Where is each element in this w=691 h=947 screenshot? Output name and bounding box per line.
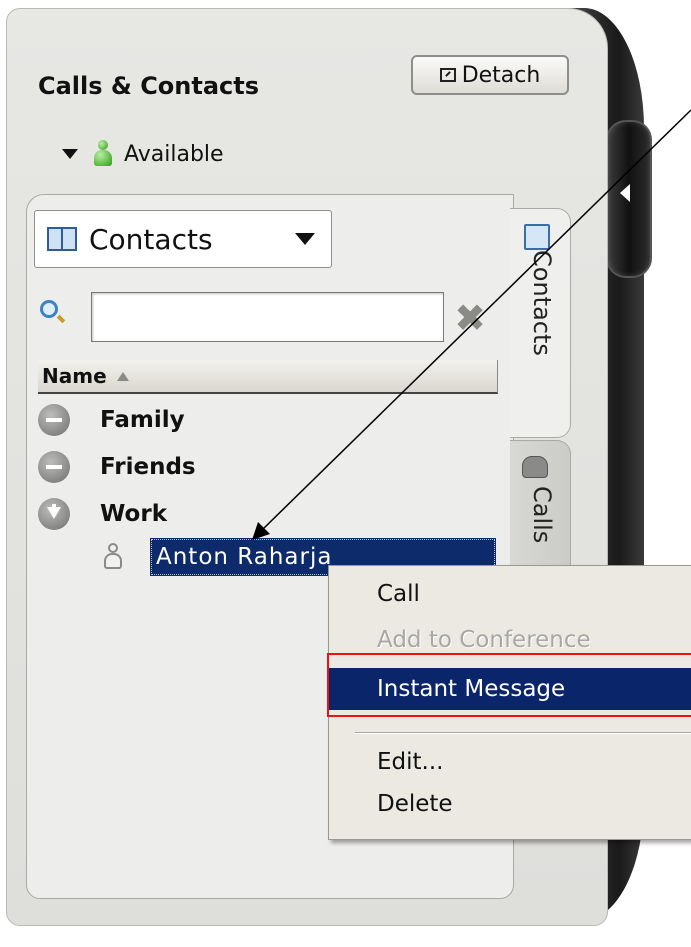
group-label: Work [100,501,167,527]
detach-label: Detach [461,62,541,88]
presence-status-dropdown[interactable]: Available [62,140,224,168]
offline-person-icon [104,543,122,571]
collapse-arrow-icon[interactable] [620,184,630,202]
search-input[interactable] [91,292,444,342]
book-icon [524,224,550,250]
collapse-group-icon[interactable] [38,451,70,483]
search-icon [40,300,58,318]
group-row-work[interactable]: Work [38,498,167,530]
group-label: Family [100,407,185,433]
panel-title: Calls & Contacts [38,72,260,100]
group-row-friends[interactable]: Friends [38,451,196,483]
group-row-family[interactable]: Family [38,404,185,436]
detach-icon [439,68,456,82]
available-person-icon [94,140,112,168]
detach-button[interactable]: Detach [411,55,569,95]
presence-status-label: Available [124,141,224,167]
sort-ascending-icon [116,371,129,381]
name-column-header[interactable]: Name [38,360,498,394]
name-column-label: Name [42,364,107,388]
chevron-down-icon[interactable] [295,233,315,245]
menu-item-add-to-conference[interactable]: Add to Conference [329,620,691,660]
group-label: Friends [100,454,196,480]
clear-search-icon[interactable]: ✖ [452,299,488,337]
menu-item-call[interactable]: Call [329,574,691,614]
phone-icon [522,456,548,478]
tab-contacts-label: Contacts [528,250,556,356]
chevron-down-icon[interactable] [62,149,78,159]
menu-item-delete[interactable]: Delete [329,784,691,824]
context-menu: Call Add to Conference Instant Message E… [328,565,691,840]
tab-calls-label: Calls [528,486,556,544]
collapse-group-icon[interactable] [38,404,70,436]
expand-group-icon[interactable] [38,498,70,530]
menu-item-instant-message[interactable]: Instant Message [329,668,691,710]
menu-item-edit[interactable]: Edit... [329,742,691,782]
address-book-icon [47,227,77,251]
menu-separator [355,732,691,734]
contacts-view-select[interactable]: Contacts [34,210,332,268]
contacts-select-label: Contacts [89,222,213,256]
